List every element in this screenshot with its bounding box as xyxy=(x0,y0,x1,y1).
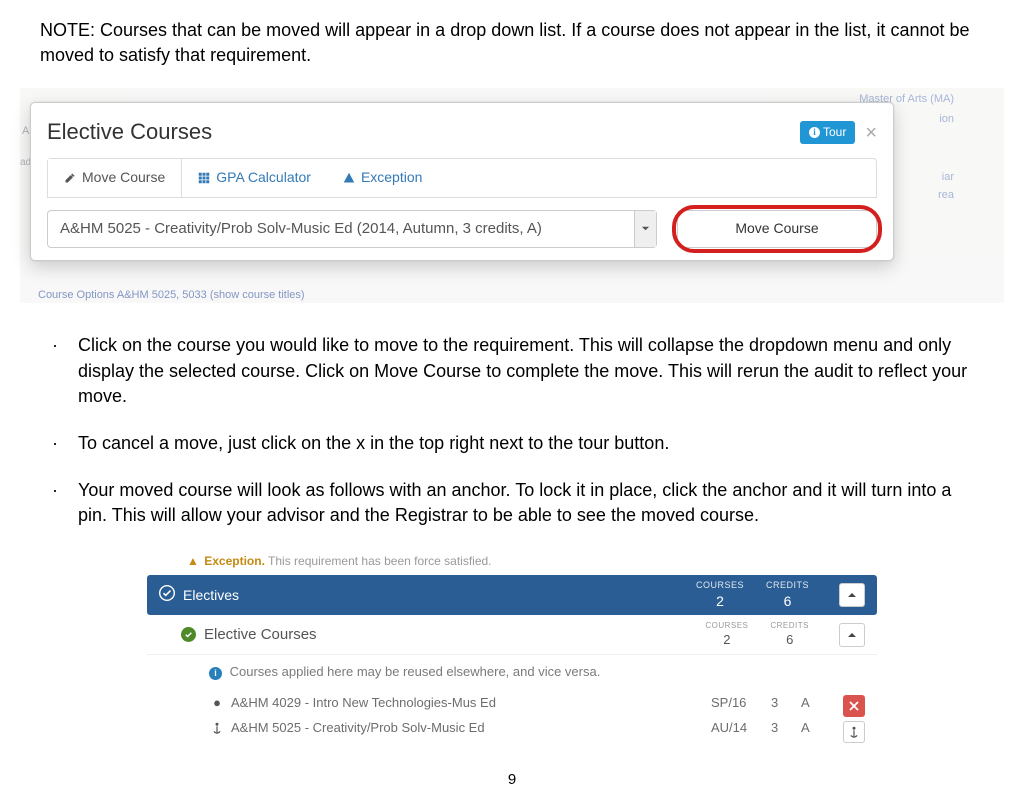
bg-text-ion: ion xyxy=(939,112,954,127)
course-term: AU/14 xyxy=(711,719,771,737)
stat-label-courses: COURSES xyxy=(696,579,744,592)
header-stats: COURSES2 CREDITS6 xyxy=(696,579,809,611)
course-name: A&HM 5025 - Creativity/Prob Solv-Music E… xyxy=(231,719,711,737)
stat-label-credits: CREDITS xyxy=(766,579,809,592)
instruction-list: Click on the course you would like to mo… xyxy=(40,333,984,528)
bullet-icon: ● xyxy=(209,694,225,712)
course-row: A&HM 5025 - Creativity/Prob Solv-Music E… xyxy=(147,716,843,740)
stat-courses: 2 xyxy=(705,631,748,649)
bg-letter-A: A xyxy=(22,124,29,139)
stat-credits: 6 xyxy=(766,592,809,612)
bg-text-iar: iar xyxy=(942,170,954,185)
sub-stats: COURSES2 CREDITS6 xyxy=(705,620,809,649)
anchor-icon xyxy=(848,726,860,738)
tab-gpa-label: GPA Calculator xyxy=(216,168,311,188)
tab-move-course[interactable]: Move Course xyxy=(48,159,182,197)
move-course-label: Move Course xyxy=(735,219,818,239)
tab-exception-label: Exception xyxy=(361,168,422,188)
course-credits: 3 xyxy=(771,719,801,737)
bg-course-options: Course Options A&HM 5025, 5033 (show cou… xyxy=(38,288,305,303)
note-text: NOTE: Courses that can be moved will app… xyxy=(40,18,984,68)
close-icon[interactable]: × xyxy=(865,123,877,143)
stat-credits: 6 xyxy=(770,631,809,649)
screenshot-audit-area: ▲ Exception. This requirement has been f… xyxy=(147,553,877,744)
chevron-down-icon xyxy=(634,211,656,247)
instruction-item: Click on the course you would like to mo… xyxy=(74,333,984,409)
collapse-button[interactable] xyxy=(839,623,865,647)
course-dropdown[interactable]: A&HM 5025 - Creativity/Prob Solv-Music E… xyxy=(47,210,657,248)
anchor-button[interactable] xyxy=(843,721,865,743)
info-icon: i xyxy=(209,667,222,680)
screenshot-modal-area: Master of Arts (MA) ion iar rea A ad Ele… xyxy=(20,88,1004,303)
reuse-info-text: Courses applied here may be reused elsew… xyxy=(230,664,601,679)
anchor-icon xyxy=(209,722,225,734)
reuse-info: i Courses applied here may be reused els… xyxy=(147,655,877,691)
tour-label: Tour xyxy=(823,124,846,141)
course-name: A&HM 4029 - Intro New Technologies-Mus E… xyxy=(231,694,711,712)
exception-text: This requirement has been force satisfie… xyxy=(268,554,491,568)
elective-courses-subheader: Elective Courses COURSES2 CREDITS6 xyxy=(147,615,877,655)
pencil-icon xyxy=(64,172,76,184)
course-term: SP/16 xyxy=(711,694,771,712)
course-credits: 3 xyxy=(771,694,801,712)
tab-move-label: Move Course xyxy=(82,168,165,188)
course-row: ● A&HM 4029 - Intro New Technologies-Mus… xyxy=(147,691,843,715)
stat-label-credits: CREDITS xyxy=(770,620,809,631)
chevron-up-icon xyxy=(847,630,857,640)
instruction-item: Your moved course will look as follows w… xyxy=(74,478,984,528)
tour-button[interactable]: i Tour xyxy=(800,121,855,144)
stat-courses: 2 xyxy=(696,592,744,612)
check-circle-icon xyxy=(159,585,175,607)
remove-button[interactable] xyxy=(843,695,865,717)
grid-icon xyxy=(198,172,210,184)
warning-icon xyxy=(343,172,355,184)
page-number: 9 xyxy=(40,769,984,790)
tab-row: Move Course GPA Calculator Exception xyxy=(47,158,877,198)
move-course-button[interactable]: Move Course xyxy=(677,210,877,248)
exception-label: Exception. xyxy=(204,554,265,568)
tab-gpa-calculator[interactable]: GPA Calculator xyxy=(182,159,327,197)
course-grade: A xyxy=(801,694,831,712)
warning-icon: ▲ xyxy=(187,554,199,568)
x-icon xyxy=(849,701,859,711)
electives-title: Electives xyxy=(183,586,239,606)
tab-exception[interactable]: Exception xyxy=(327,159,438,197)
dropdown-value: A&HM 5025 - Creativity/Prob Solv-Music E… xyxy=(48,218,634,239)
stat-label-courses: COURSES xyxy=(705,620,748,631)
instruction-item: To cancel a move, just click on the x in… xyxy=(74,431,984,456)
chevron-up-icon xyxy=(847,590,857,600)
elective-courses-modal: Elective Courses i Tour × Move Course GP… xyxy=(30,102,894,260)
sub-title: Elective Courses xyxy=(204,624,317,645)
course-grade: A xyxy=(801,719,831,737)
collapse-button[interactable] xyxy=(839,583,865,607)
exception-line: ▲ Exception. This requirement has been f… xyxy=(147,553,877,570)
bg-text-rea: rea xyxy=(938,188,954,203)
modal-title: Elective Courses xyxy=(47,117,212,148)
check-circle-icon xyxy=(181,627,196,642)
electives-header: Electives COURSES2 CREDITS6 xyxy=(147,575,877,615)
info-icon: i xyxy=(809,127,820,138)
